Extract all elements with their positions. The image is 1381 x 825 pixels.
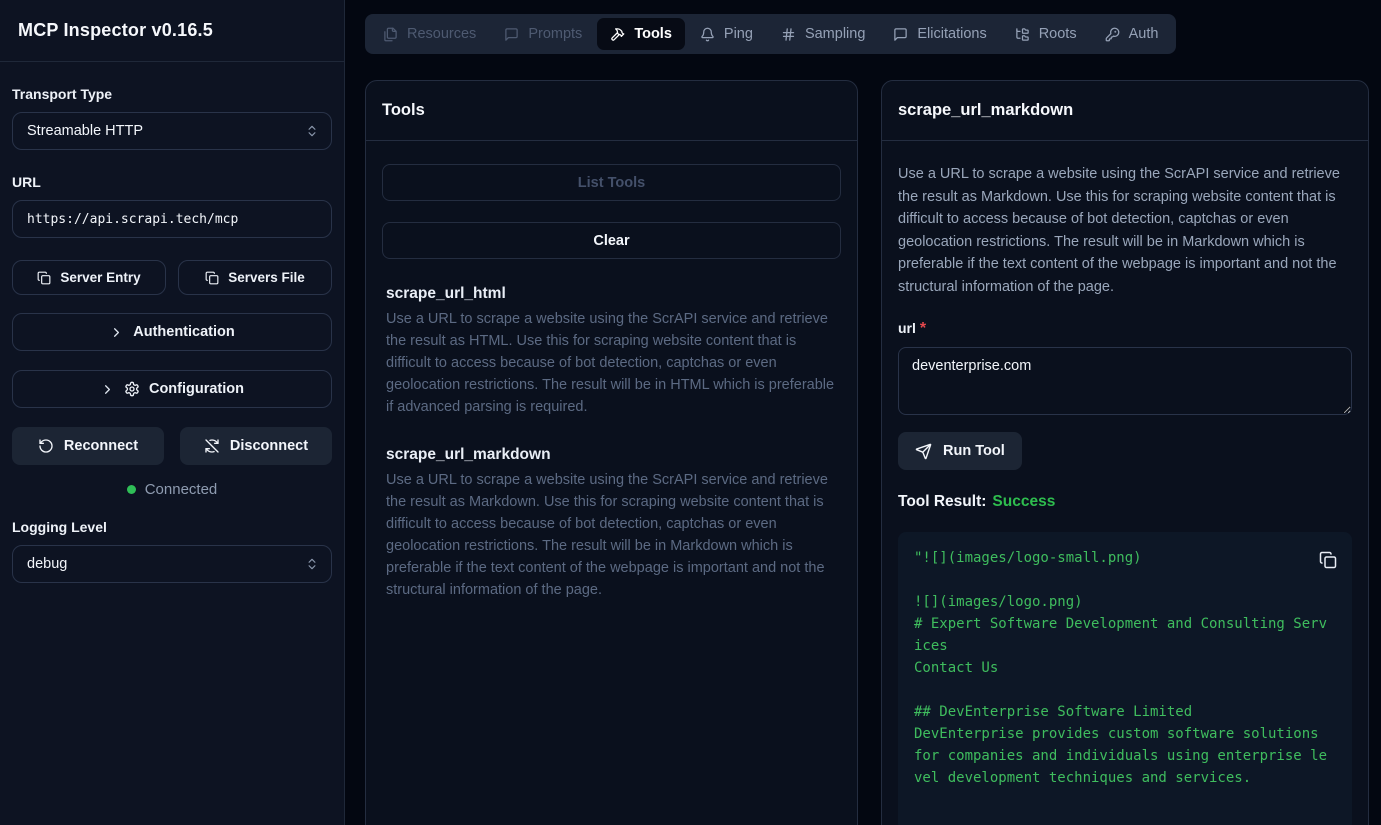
refresh-off-icon bbox=[204, 438, 220, 454]
chevrons-up-down-icon bbox=[305, 557, 319, 571]
bell-icon bbox=[700, 27, 715, 42]
send-icon bbox=[915, 443, 932, 460]
tab-auth[interactable]: Auth bbox=[1092, 18, 1172, 50]
copy-icon bbox=[37, 271, 51, 285]
run-tool-button[interactable]: Run Tool bbox=[898, 432, 1022, 470]
tools-panel-header: Tools bbox=[366, 81, 857, 141]
tool-description: Use a URL to scrape a website using the … bbox=[898, 163, 1352, 298]
servers-file-button[interactable]: Servers File bbox=[178, 260, 332, 295]
tab-tools[interactable]: Tools bbox=[597, 18, 685, 50]
tab-elicitations[interactable]: Elicitations bbox=[880, 18, 999, 50]
copy-icon bbox=[205, 271, 219, 285]
folder-tree-icon bbox=[1015, 27, 1030, 42]
tool-list: scrape_url_html Use a URL to scrape a we… bbox=[366, 259, 857, 601]
tool-result-line: Tool Result: Success bbox=[898, 493, 1352, 511]
tool-result-label: Tool Result: bbox=[898, 493, 986, 510]
url-label: URL bbox=[12, 174, 332, 190]
tab-ping[interactable]: Ping bbox=[687, 18, 766, 50]
tools-panel: Tools List Tools Clear scrape_url_html U… bbox=[365, 80, 858, 825]
app-title: MCP Inspector v0.16.5 bbox=[18, 20, 213, 41]
tab-sampling[interactable]: Sampling bbox=[768, 18, 878, 50]
connection-status: Connected bbox=[12, 478, 332, 500]
clear-button[interactable]: Clear bbox=[382, 222, 841, 259]
tool-detail-title: scrape_url_markdown bbox=[898, 101, 1073, 120]
sidebar: MCP Inspector v0.16.5 Transport Type Str… bbox=[0, 0, 345, 825]
status-label: Connected bbox=[145, 481, 218, 498]
disconnect-button[interactable]: Disconnect bbox=[180, 427, 332, 465]
chevrons-up-down-icon bbox=[305, 124, 319, 138]
rotate-ccw-icon bbox=[38, 438, 54, 454]
url-input[interactable] bbox=[12, 200, 332, 238]
transport-type-label: Transport Type bbox=[12, 86, 332, 102]
url-field-input[interactable]: deventerprise.com bbox=[898, 347, 1352, 415]
tab-bar: Resources Prompts Tools Ping Sampling El… bbox=[365, 14, 1176, 54]
tab-resources[interactable]: Resources bbox=[370, 18, 489, 50]
required-marker: * bbox=[920, 320, 926, 337]
logging-level-label: Logging Level bbox=[12, 519, 332, 535]
tool-result-status: Success bbox=[992, 493, 1055, 510]
tab-prompts[interactable]: Prompts bbox=[491, 18, 595, 50]
tools-panel-title: Tools bbox=[382, 101, 425, 120]
tool-detail-panel: scrape_url_markdown Use a URL to scrape … bbox=[881, 80, 1369, 825]
key-icon bbox=[1105, 27, 1120, 42]
tool-detail-header: scrape_url_markdown bbox=[882, 81, 1368, 141]
copy-icon bbox=[1319, 551, 1337, 569]
copy-output-button[interactable] bbox=[1317, 549, 1339, 571]
authentication-toggle[interactable]: Authentication bbox=[12, 313, 332, 351]
tool-list-item-scrape-url-markdown[interactable]: scrape_url_markdown Use a URL to scrape … bbox=[386, 446, 837, 601]
message-square-icon bbox=[504, 27, 519, 42]
configuration-toggle[interactable]: Configuration bbox=[12, 370, 332, 408]
message-square-icon bbox=[893, 27, 908, 42]
tool-output-text: "![](images/logo-small.png) ![](images/l… bbox=[914, 547, 1330, 789]
server-entry-button[interactable]: Server Entry bbox=[12, 260, 166, 295]
hammer-icon bbox=[610, 27, 625, 42]
sidebar-header: MCP Inspector v0.16.5 bbox=[0, 0, 344, 62]
tool-output-block: "![](images/logo-small.png) ![](images/l… bbox=[898, 532, 1352, 825]
tab-roots[interactable]: Roots bbox=[1002, 18, 1090, 50]
files-icon bbox=[383, 27, 398, 42]
list-tools-button[interactable]: List Tools bbox=[382, 164, 841, 201]
gear-icon bbox=[124, 381, 140, 397]
chevron-right-icon bbox=[100, 382, 115, 397]
url-field-label: url bbox=[898, 320, 916, 336]
hash-icon bbox=[781, 27, 796, 42]
transport-type-select[interactable]: Streamable HTTP bbox=[12, 112, 332, 150]
reconnect-button[interactable]: Reconnect bbox=[12, 427, 164, 465]
chevron-right-icon bbox=[109, 325, 124, 340]
logging-level-select[interactable]: debug bbox=[12, 545, 332, 583]
tool-list-item-scrape-url-html[interactable]: scrape_url_html Use a URL to scrape a we… bbox=[386, 285, 837, 418]
status-dot bbox=[127, 485, 136, 494]
logging-level-value: debug bbox=[27, 556, 67, 572]
transport-type-value: Streamable HTTP bbox=[27, 123, 143, 139]
